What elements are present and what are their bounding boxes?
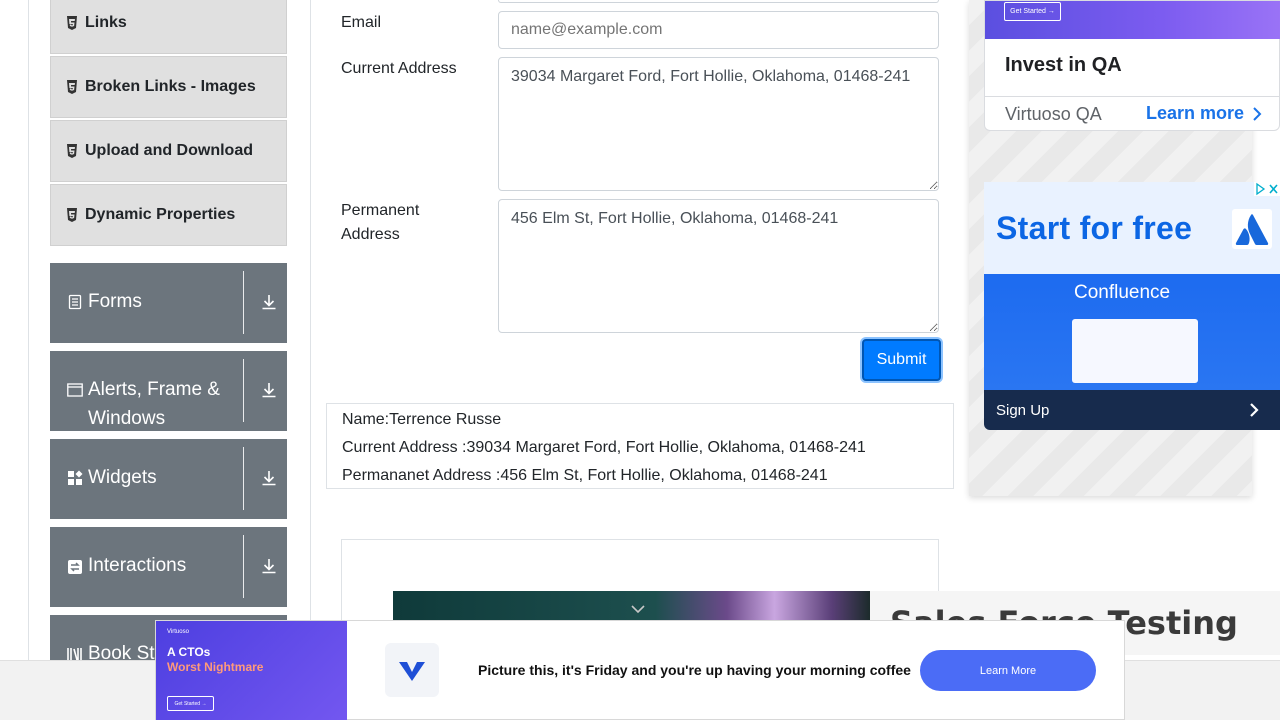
divider — [243, 535, 244, 598]
sidebar-item-label: Broken Links - Images — [85, 78, 256, 95]
bottom-ad-headline-highlight: Worst Nightmare — [167, 660, 264, 674]
sidebar-group-widgets[interactable]: Widgets — [50, 439, 287, 519]
confluence-logo-text: Confluence — [1074, 282, 1171, 303]
virtuoso-logo-icon — [399, 662, 425, 681]
atlassian-logo — [1232, 209, 1272, 249]
divider — [243, 271, 244, 334]
bottom-ad-text: Picture this, it's Friday and you're up … — [478, 662, 911, 678]
current-address-label: Current Address — [341, 60, 457, 77]
sidebar-group-label: Widgets — [88, 467, 157, 488]
output-name: Name:Terrence Russe — [342, 411, 502, 428]
download-arrow-icon[interactable] — [261, 558, 277, 574]
sidebar-group-alerts-frame-windows[interactable]: Alerts, Frame & Windows — [50, 351, 287, 431]
interactions-icon — [68, 560, 82, 574]
sidebar-item-label: Dynamic Properties — [85, 206, 236, 223]
sign-up-button[interactable]: Sign Up — [996, 402, 1049, 419]
html5-icon — [67, 208, 77, 222]
page: Links Broken Links - Images Upload and D… — [0, 0, 1280, 720]
current-address-field[interactable]: 39034 Margaret Ford, Fort Hollie, Oklaho… — [498, 57, 939, 191]
atlassian-ad-headline: Start for free — [996, 210, 1193, 246]
sidebar-group-label: Alerts, Frame & — [88, 379, 220, 400]
bottom-ad-headline: A CTOs Worst Nightmare — [167, 645, 263, 675]
sidebar-item-label: Upload and Download — [85, 142, 253, 159]
sidebar-group-label-line2: Windows — [88, 408, 166, 429]
invest-ad[interactable]: Get Started → Invest in QA Virtuoso QA L… — [984, 0, 1280, 131]
download-arrow-icon[interactable] — [261, 470, 277, 486]
chevron-right-icon[interactable] — [1250, 106, 1264, 122]
html5-icon — [67, 80, 77, 94]
ad-choices-icon[interactable] — [1254, 182, 1280, 196]
sidebar-right-border — [310, 0, 311, 720]
sidebar-left-border — [28, 0, 29, 720]
atlassian-logo-icon — [1235, 214, 1269, 245]
window-icon — [67, 383, 83, 397]
divider — [985, 96, 1280, 97]
download-arrow-icon[interactable] — [261, 294, 277, 310]
divider — [243, 447, 244, 510]
chevron-down-icon[interactable] — [631, 604, 645, 614]
sidebar-item-links[interactable]: Links — [50, 0, 287, 54]
sidebar-item-dynamic-properties[interactable]: Dynamic Properties — [50, 184, 287, 246]
sidebar-group-forms[interactable]: Forms — [50, 263, 287, 343]
permanent-address-label: Permanent — [341, 202, 420, 219]
atlassian-ad[interactable]: Start for free Confluence Sign Up — [984, 182, 1280, 430]
invest-ad-brand: Virtuoso QA — [1005, 104, 1102, 124]
bottom-ad-brand: Virtuoso — [167, 629, 189, 635]
bottom-ad-get-started[interactable]: Get Started → — [167, 696, 214, 711]
form-icon — [68, 294, 82, 310]
sidebar-item-broken-links[interactable]: Broken Links - Images — [50, 56, 287, 118]
submit-button[interactable]: Submit — [862, 339, 941, 381]
get-started-button[interactable]: Get Started → — [1004, 2, 1061, 21]
email-field[interactable] — [498, 11, 939, 49]
invest-ad-banner: Get Started → — [985, 1, 1280, 39]
sidebar-item-upload-download[interactable]: Upload and Download — [50, 120, 287, 182]
divider — [243, 359, 244, 422]
bottom-ad[interactable]: Virtuoso A CTOs Worst Nightmare Get Star… — [155, 620, 1125, 720]
permanent-address-label-line2: Address — [341, 226, 400, 243]
learn-more-link[interactable]: Learn more — [1146, 103, 1244, 124]
bottom-ad-image: Virtuoso A CTOs Worst Nightmare Get Star… — [156, 621, 347, 720]
previous-field-edge — [498, 0, 939, 3]
learn-more-button[interactable]: Learn More — [920, 650, 1096, 691]
html5-icon — [67, 16, 77, 30]
chevron-right-icon[interactable] — [1248, 402, 1260, 418]
invest-ad-title: Invest in QA — [1005, 54, 1122, 76]
book-icon — [67, 648, 82, 660]
output-permanent-address: Permananet Address :456 Elm St, Fort Hol… — [342, 467, 828, 484]
sidebar-group-interactions[interactable]: Interactions — [50, 527, 287, 607]
bottom-ad-headline-prefix: A CTOs — [167, 645, 211, 659]
permanent-address-field[interactable]: 456 Elm St, Fort Hollie, Oklahoma, 01468… — [498, 199, 939, 333]
confluence-ad-card — [1072, 319, 1198, 383]
widgets-icon — [68, 470, 83, 485]
sidebar-group-label: Interactions — [88, 555, 187, 576]
output-current-address: Current Address :39034 Margaret Ford, Fo… — [342, 439, 866, 456]
output-panel: Name:Terrence Russe Current Address :390… — [326, 403, 954, 489]
html5-icon — [67, 144, 77, 158]
virtuoso-logo — [385, 643, 439, 697]
download-arrow-icon[interactable] — [261, 382, 277, 398]
sidebar-group-label: Forms — [88, 291, 142, 312]
email-label: Email — [341, 14, 382, 31]
sidebar-item-label: Links — [85, 14, 127, 31]
